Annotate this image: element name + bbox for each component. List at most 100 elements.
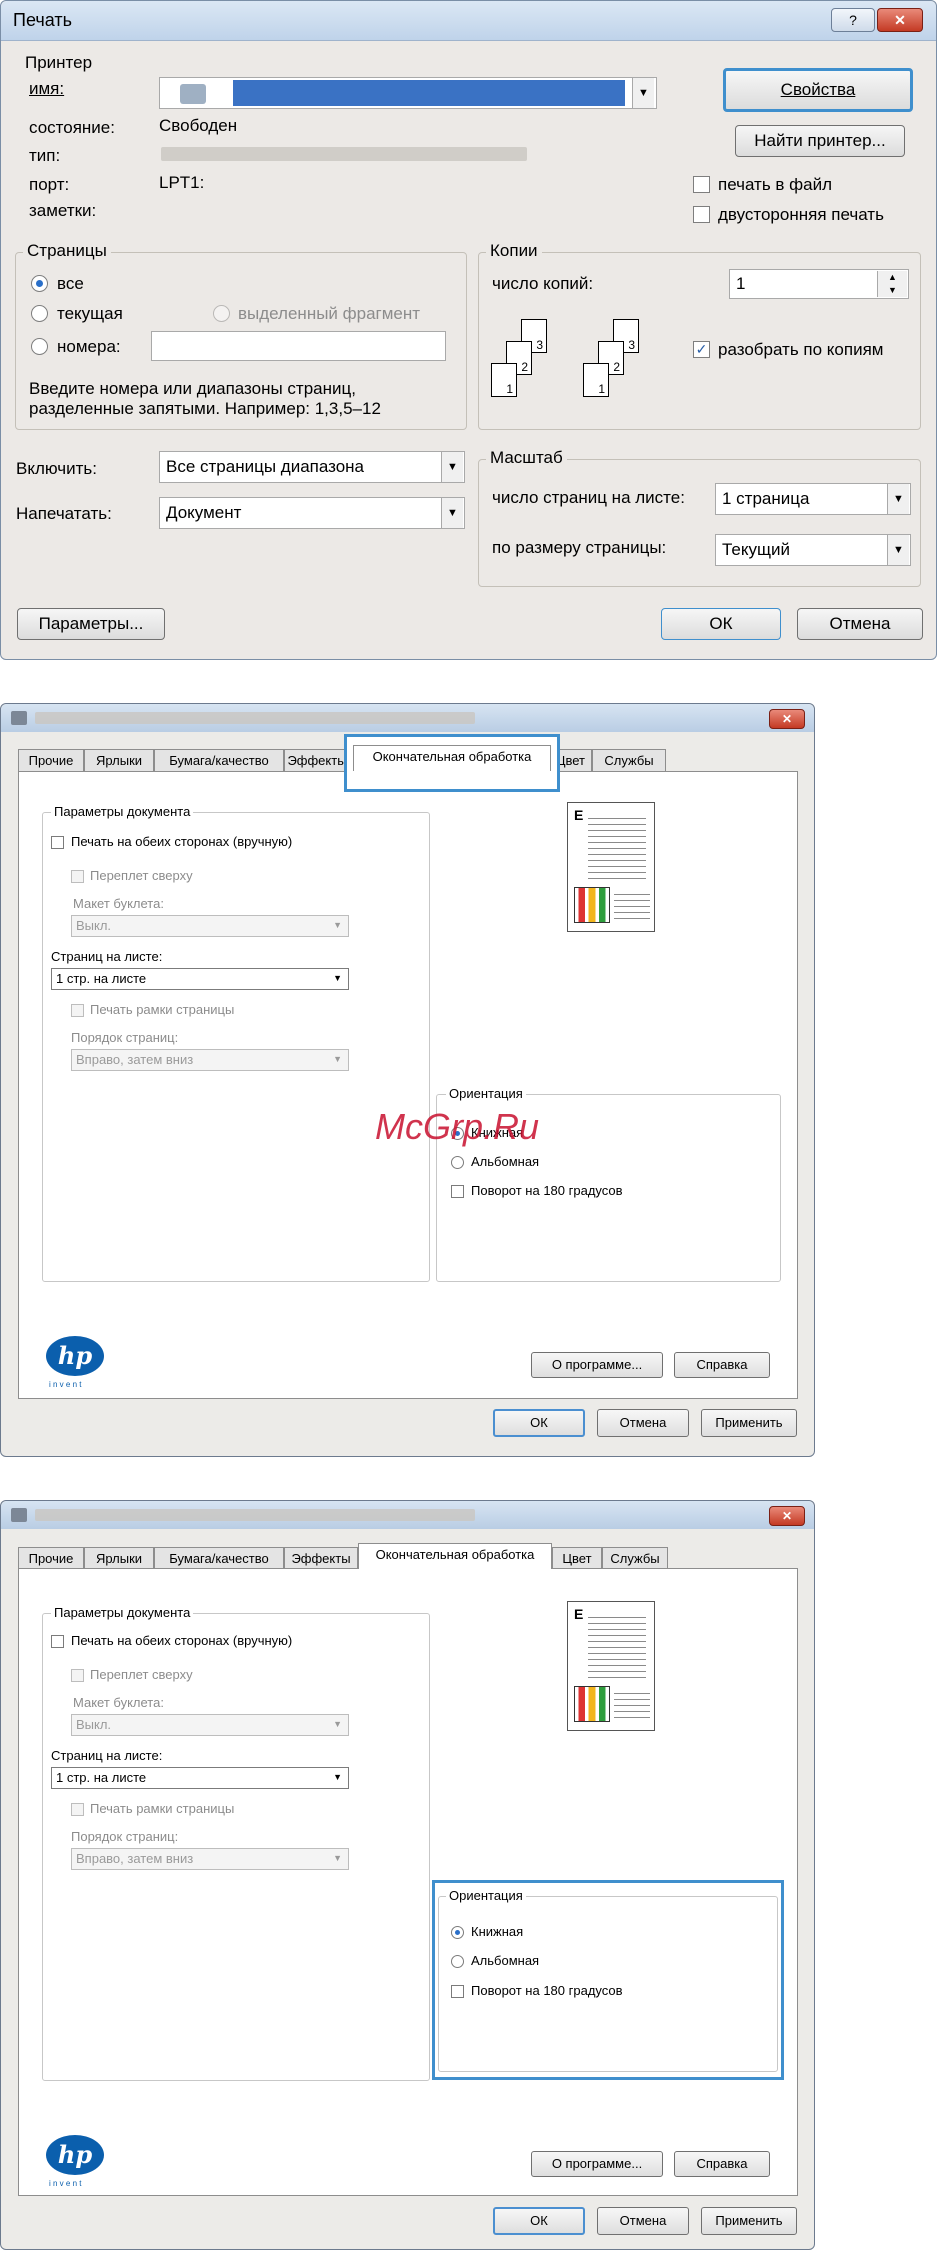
watermark: McGrp.Ru <box>375 1106 540 1147</box>
tab-shortcuts[interactable]: Ярлыки <box>84 1547 154 1569</box>
chevron-down-icon: ▼ <box>887 535 909 565</box>
tab-services[interactable]: Службы <box>592 749 666 771</box>
tab-finishing[interactable]: Окончательная обработка <box>353 745 551 771</box>
print-what-label: Напечатать: <box>16 504 112 523</box>
pages-all-radio[interactable] <box>31 275 48 292</box>
rotate-checkbox[interactable] <box>451 1185 464 1198</box>
print-what-select[interactable]: Документ ▼ <box>159 497 465 529</box>
two-sided-checkbox[interactable] <box>51 836 64 849</box>
print-to-file-checkbox[interactable] <box>693 176 710 193</box>
tab-effects[interactable]: Эффекты <box>284 1547 358 1569</box>
help-button[interactable]: Справка <box>674 1352 770 1378</box>
page-borders-checkbox[interactable] <box>71 1004 84 1017</box>
printer-group-label: Принтер <box>21 53 97 73</box>
printer-type-value <box>161 147 527 161</box>
tab-effects[interactable]: Эффекты <box>284 749 350 771</box>
cancel-button[interactable]: Отмена <box>597 2207 689 2235</box>
duplex-checkbox[interactable] <box>693 206 710 223</box>
pages-per-sheet-value: 1 стр. на листе <box>56 971 147 986</box>
two-sided-checkbox[interactable] <box>51 1635 64 1648</box>
apply-button[interactable]: Применить <box>701 2207 797 2235</box>
name-label: имя: <box>29 79 65 98</box>
port-label: порт: <box>29 175 70 194</box>
port-value: LPT1: <box>159 173 205 192</box>
orientation-label: Ориентация <box>446 1888 526 1903</box>
fit-to-select[interactable]: Текущий ▼ <box>715 534 911 566</box>
landscape-label: Альбомная <box>471 1953 540 1968</box>
copies-group-label: Копии <box>486 241 542 261</box>
ok-button[interactable]: ОК <box>493 1409 585 1437</box>
close-button[interactable]: ✕ <box>769 1506 805 1526</box>
window-title <box>35 1509 475 1521</box>
tab-other[interactable]: Прочие <box>18 1547 84 1569</box>
cancel-button[interactable]: Отмена <box>597 1409 689 1437</box>
properties-button[interactable]: Свойства <box>723 68 913 112</box>
pages-current-radio[interactable] <box>31 305 48 322</box>
printer-select[interactable]: ▼ <box>159 77 657 109</box>
properties-dialog-1: ✕ Прочие Ярлыки Бумага/качество Эффекты … <box>0 703 815 1457</box>
cancel-button[interactable]: Отмена <box>797 608 923 640</box>
rotate-label: Поворот на 180 градусов <box>471 1983 623 1998</box>
options-button[interactable]: Параметры... <box>17 608 165 640</box>
close-button[interactable]: ✕ <box>877 8 923 32</box>
landscape-radio[interactable] <box>451 1156 464 1169</box>
collate-checkbox[interactable]: ✓ <box>693 341 710 358</box>
page-order-label: Порядок страниц: <box>71 1829 179 1844</box>
apply-button[interactable]: Применить <box>701 1409 797 1437</box>
chevron-down-icon: ▼ <box>333 1772 342 1782</box>
pages-per-sheet-select[interactable]: 1 стр. на листе ▼ <box>51 968 349 990</box>
pages-numbers-label: номера: <box>57 337 121 356</box>
pages-per-sheet-value: 1 страница <box>722 489 810 508</box>
chevron-down-icon: ▼ <box>333 1054 342 1064</box>
chevron-down-icon: ▼ <box>441 452 463 482</box>
scale-group <box>478 459 921 587</box>
preview-letter-icon: E <box>574 1606 584 1622</box>
pages-numbers-input[interactable] <box>151 331 446 361</box>
ok-button[interactable]: ОК <box>493 2207 585 2235</box>
about-button[interactable]: О программе... <box>531 1352 663 1378</box>
pages-current-label: текущая <box>57 304 123 323</box>
page-order-value: Вправо, затем вниз <box>76 1851 194 1866</box>
chevron-down-icon: ▼ <box>441 498 463 528</box>
pages-selection-radio[interactable] <box>213 305 230 322</box>
help-button[interactable]: Справка <box>674 2151 770 2177</box>
pages-per-sheet-select[interactable]: 1 страница ▼ <box>715 483 911 515</box>
two-sided-label: Печать на обеих сторонах (вручную) <box>71 1633 293 1648</box>
tab-finishing[interactable]: Окончательная обработка <box>358 1543 552 1569</box>
page-order-select[interactable]: Вправо, затем вниз ▼ <box>71 1848 349 1870</box>
tab-paper-quality[interactable]: Бумага/качество <box>154 749 284 771</box>
tab-color[interactable]: Цвет <box>552 1547 602 1569</box>
booklet-value: Выкл. <box>76 918 112 933</box>
portrait-radio[interactable] <box>451 1926 464 1939</box>
booklet-select[interactable]: Выкл. ▼ <box>71 915 349 937</box>
copies-spinner[interactable]: ▲ ▼ <box>877 271 907 297</box>
preview-text-lines <box>614 1688 650 1722</box>
title-bar: ✕ <box>1 1501 814 1529</box>
pages-numbers-radio[interactable] <box>31 338 48 355</box>
doc-options-label: Параметры документа <box>51 1605 194 1620</box>
page-borders-checkbox[interactable] <box>71 1803 84 1816</box>
rotate-checkbox[interactable] <box>451 1985 464 1998</box>
page-icon: 1 <box>583 363 609 397</box>
include-select[interactable]: Все страницы диапазона ▼ <box>159 451 465 483</box>
landscape-label: Альбомная <box>471 1154 540 1169</box>
landscape-radio[interactable] <box>451 1955 464 1968</box>
chevron-down-icon: ▼ <box>333 1853 342 1863</box>
ok-button[interactable]: ОК <box>661 608 781 640</box>
flip-up-checkbox[interactable] <box>71 1669 84 1682</box>
document-preview: E <box>567 1601 655 1731</box>
window-title <box>35 712 475 724</box>
about-button[interactable]: О программе... <box>531 2151 663 2177</box>
collate-illustration-2: 3 2 1 <box>583 319 663 409</box>
tab-other[interactable]: Прочие <box>18 749 84 771</box>
booklet-select[interactable]: Выкл. ▼ <box>71 1714 349 1736</box>
find-printer-button[interactable]: Найти принтер... <box>735 125 905 157</box>
help-button[interactable]: ? <box>831 8 875 32</box>
tab-paper-quality[interactable]: Бумага/качество <box>154 1547 284 1569</box>
flip-up-checkbox[interactable] <box>71 870 84 883</box>
pages-per-sheet-select[interactable]: 1 стр. на листе ▼ <box>51 1767 349 1789</box>
tab-shortcuts[interactable]: Ярлыки <box>84 749 154 771</box>
page-order-select[interactable]: Вправо, затем вниз ▼ <box>71 1049 349 1071</box>
tab-services[interactable]: Службы <box>602 1547 668 1569</box>
close-button[interactable]: ✕ <box>769 709 805 729</box>
